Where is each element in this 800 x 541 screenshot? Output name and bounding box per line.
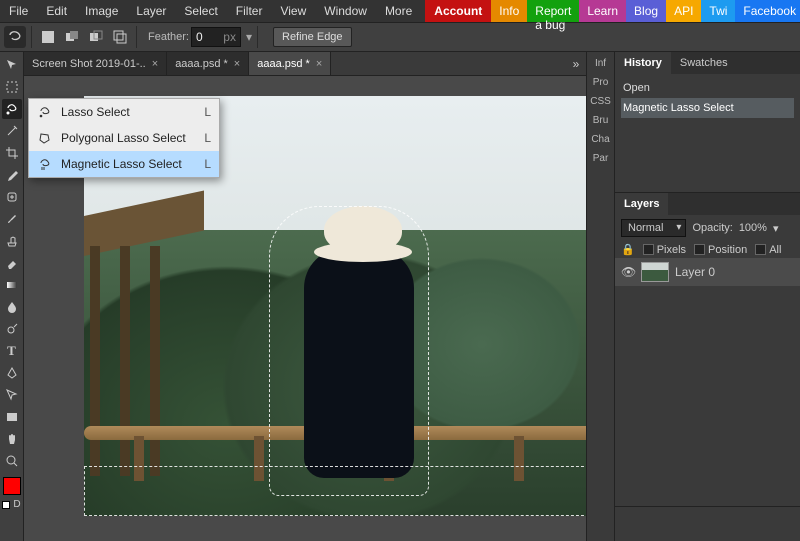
doc-tab-0[interactable]: Screen Shot 2019-01-..× (24, 52, 167, 75)
text-tool[interactable]: T (2, 341, 22, 361)
feather-dropdown-icon[interactable]: ▾ (246, 30, 252, 44)
menu-file[interactable]: File (0, 0, 37, 22)
lasso-tool[interactable] (2, 99, 22, 119)
lasso-flyout-menu: Lasso SelectL Polygonal Lasso SelectL Ma… (28, 98, 220, 178)
foreground-color-swatch[interactable] (3, 477, 21, 495)
brush-tool[interactable] (2, 209, 22, 229)
swap-colors-icon[interactable] (2, 501, 10, 509)
lock-position[interactable]: Position (694, 244, 747, 256)
selection-add-icon[interactable] (61, 26, 83, 48)
menu-account[interactable]: Account (425, 0, 491, 22)
path-tool[interactable] (2, 385, 22, 405)
lasso-icon (37, 104, 53, 120)
close-icon[interactable]: × (316, 58, 322, 70)
feather-input[interactable]: 0 px (191, 27, 241, 47)
lock-all[interactable]: All (755, 244, 781, 256)
opacity-label: Opacity: (692, 222, 732, 234)
clone-tool[interactable] (2, 231, 22, 251)
panel-tab-paragraph[interactable]: Par (593, 153, 609, 164)
lock-icon: 🔒 (621, 243, 635, 256)
magnetic-lasso-option[interactable]: Magnetic Lasso SelectL (29, 151, 219, 177)
layer-row-0[interactable]: 👁 Layer 0 (615, 258, 800, 286)
menu-more[interactable]: More (376, 0, 421, 22)
blend-mode-dropdown[interactable]: Normal (621, 219, 686, 237)
selection-subtract-icon[interactable] (85, 26, 107, 48)
wand-tool[interactable] (2, 121, 22, 141)
close-icon[interactable]: × (234, 58, 240, 70)
swatches-tab[interactable]: Swatches (671, 52, 737, 74)
dodge-tool[interactable] (2, 319, 22, 339)
gradient-tool[interactable] (2, 275, 22, 295)
panel-tab-info[interactable]: Inf (595, 58, 606, 69)
feather-label: Feather: (148, 31, 189, 43)
eyedropper-tool[interactable] (2, 165, 22, 185)
menu-view[interactable]: View (271, 0, 315, 22)
opacity-dropdown-icon[interactable]: ▾ (773, 222, 779, 235)
shape-tool[interactable] (2, 407, 22, 427)
menu-window[interactable]: Window (315, 0, 376, 22)
panel-tab-properties[interactable]: Pro (593, 77, 609, 88)
heal-tool[interactable] (2, 187, 22, 207)
menu-select[interactable]: Select (175, 0, 226, 22)
blog-button[interactable]: Blog (626, 0, 666, 22)
polygonal-lasso-option[interactable]: Polygonal Lasso SelectL (29, 125, 219, 151)
learn-button[interactable]: Learn (579, 0, 626, 22)
close-icon[interactable]: × (152, 58, 158, 70)
lasso-mode-icon[interactable] (4, 26, 26, 48)
selection-marquee (269, 206, 429, 496)
menubar: File Edit Image Layer Select Filter View… (0, 0, 800, 22)
history-item-open[interactable]: Open (621, 78, 794, 98)
info-button[interactable]: Info (491, 0, 527, 22)
twitter-button[interactable]: Twi (701, 0, 735, 22)
eraser-tool[interactable] (2, 253, 22, 273)
zoom-tool[interactable] (2, 451, 22, 471)
options-bar: Feather: 0 px ▾ Refine Edge (0, 22, 800, 52)
layers-tab[interactable]: Layers (615, 193, 668, 215)
selection-new-icon[interactable] (37, 26, 59, 48)
default-colors-label[interactable]: D (13, 499, 20, 510)
layer-thumbnail (641, 262, 669, 282)
menu-image[interactable]: Image (76, 0, 127, 22)
visibility-icon[interactable]: 👁 (621, 265, 635, 279)
lock-pixels[interactable]: Pixels (643, 244, 686, 256)
history-tab[interactable]: History (615, 52, 671, 74)
refine-edge-button[interactable]: Refine Edge (273, 27, 352, 47)
hand-tool[interactable] (2, 429, 22, 449)
blur-tool[interactable] (2, 297, 22, 317)
poly-lasso-icon (37, 130, 53, 146)
selection-intersect-icon[interactable] (109, 26, 131, 48)
layer-name[interactable]: Layer 0 (675, 265, 715, 279)
tabs-overflow-icon[interactable]: » (566, 52, 586, 75)
panel-tab-character[interactable]: Cha (591, 134, 609, 145)
opacity-value[interactable]: 100% (739, 222, 767, 234)
marquee-tool[interactable] (2, 77, 22, 97)
history-panel: History Swatches Open Magnetic Lasso Sel… (615, 52, 800, 193)
facebook-button[interactable]: Facebook (735, 0, 800, 22)
panel-tab-css[interactable]: CSS (590, 96, 611, 107)
doc-tab-2[interactable]: aaaa.psd *× (249, 52, 331, 75)
left-toolbox: T D (0, 52, 24, 541)
api-button[interactable]: API (666, 0, 701, 22)
lasso-select-option[interactable]: Lasso SelectL (29, 99, 219, 125)
layers-panel: Layers Normal Opacity: 100% ▾ 🔒 Pixels P… (615, 193, 800, 507)
menu-layer[interactable]: Layer (127, 0, 175, 22)
selection-marquee (84, 466, 586, 516)
pen-tool[interactable] (2, 363, 22, 383)
move-tool[interactable] (2, 55, 22, 75)
document-tabs: Screen Shot 2019-01-..× aaaa.psd *× aaaa… (24, 52, 586, 76)
menu-edit[interactable]: Edit (37, 0, 76, 22)
menu-filter[interactable]: Filter (227, 0, 272, 22)
crop-tool[interactable] (2, 143, 22, 163)
report-bug-button[interactable]: Report a bug (527, 0, 579, 22)
history-item-magnetic-lasso[interactable]: Magnetic Lasso Select (621, 98, 794, 118)
magnetic-lasso-icon (37, 156, 53, 172)
collapsed-panels: Inf Pro CSS Bru Cha Par (586, 52, 614, 541)
doc-tab-1[interactable]: aaaa.psd *× (167, 52, 249, 75)
panel-tab-brush[interactable]: Bru (593, 115, 609, 126)
